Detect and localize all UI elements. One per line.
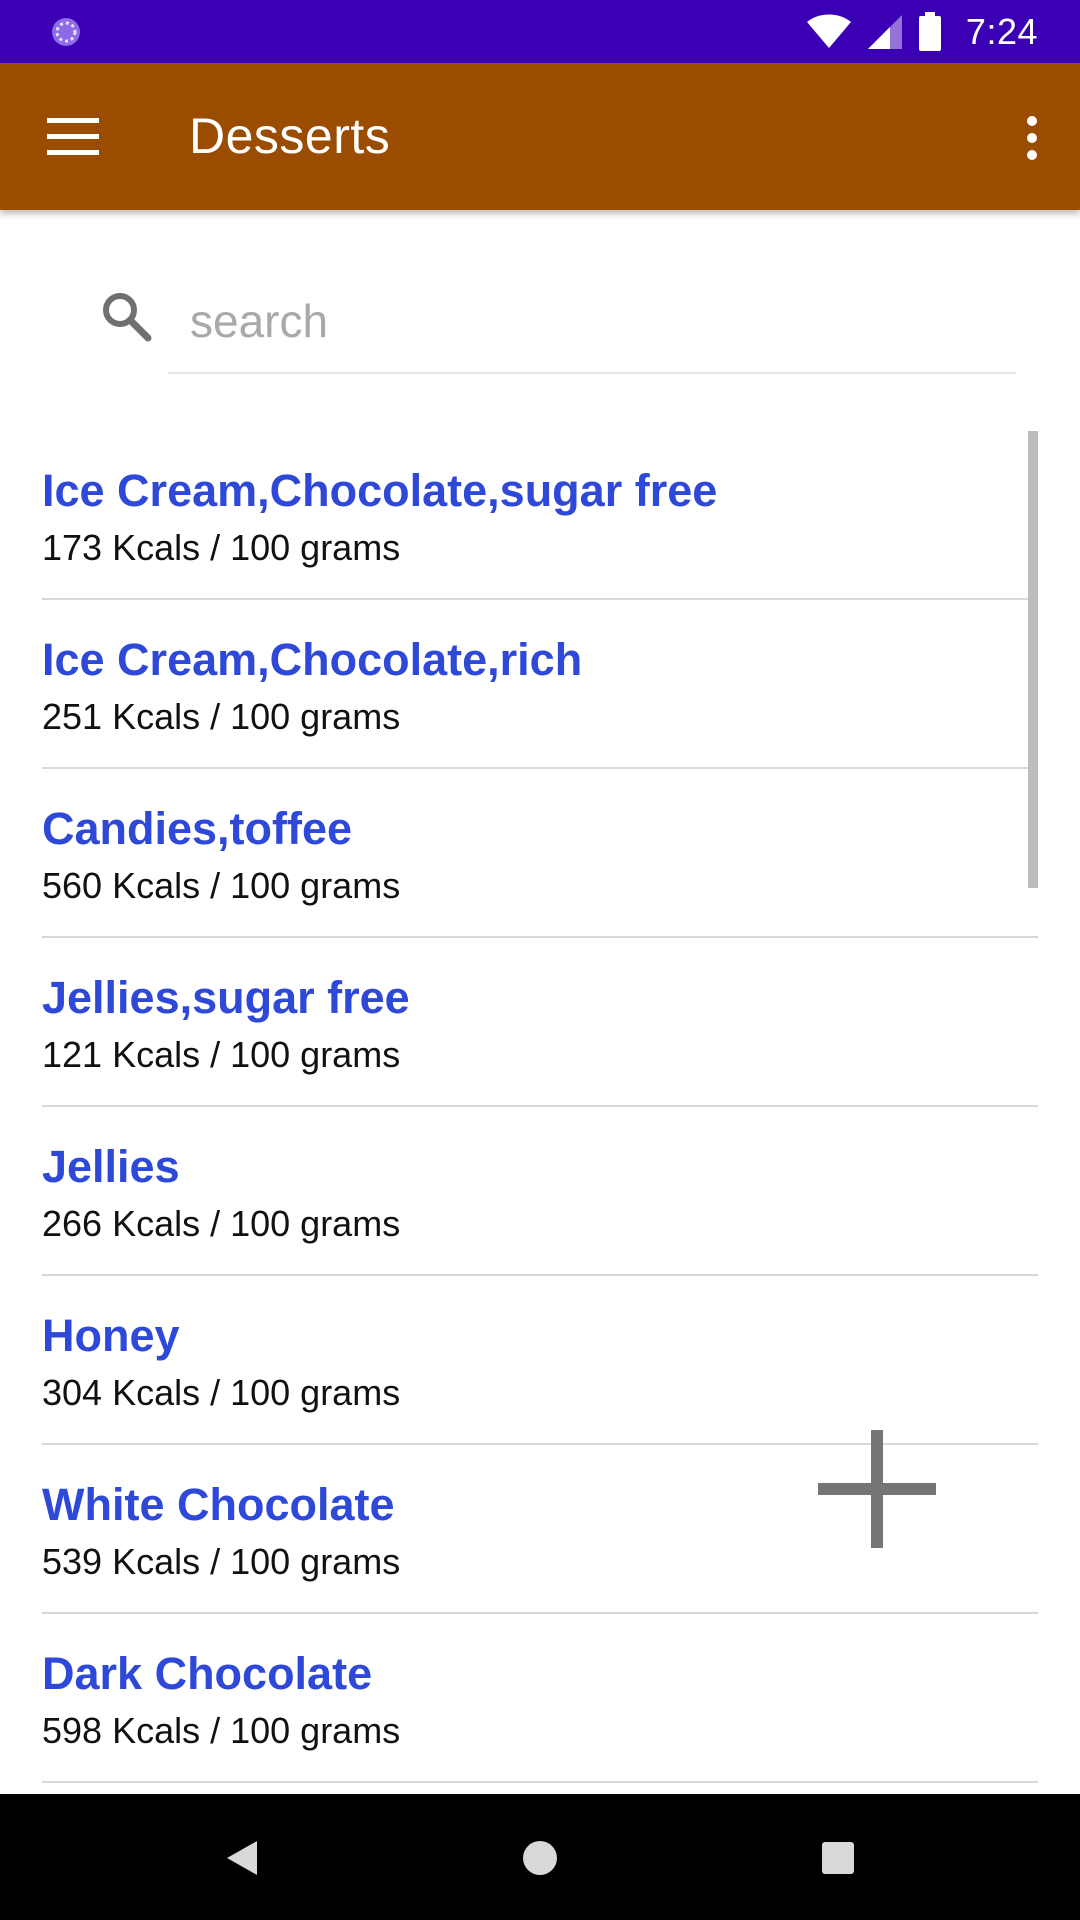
- item-calories: 121 Kcals / 100 grams: [42, 1034, 401, 1075]
- status-time: 7:24: [965, 10, 1038, 52]
- add-button[interactable]: [818, 1430, 936, 1548]
- list-item[interactable]: Jellies,sugar free 121 Kcals / 100 grams: [42, 938, 1038, 1107]
- plus-icon-v: [871, 1430, 883, 1548]
- list-item[interactable]: Dark Chocolate 598 Kcals / 100 grams: [42, 1614, 1038, 1783]
- list-item[interactable]: Jellies 266 Kcals / 100 grams: [42, 1107, 1038, 1276]
- status-icons: 7:24: [806, 0, 1038, 63]
- list-item[interactable]: Ice Cream,Chocolate,sugar free 173 Kcals …: [42, 431, 1038, 600]
- menu-button[interactable]: [38, 107, 108, 167]
- item-title: Honey: [42, 1310, 180, 1361]
- search-icon: [103, 293, 152, 342]
- back-icon: [227, 1841, 257, 1875]
- search-input[interactable]: [168, 270, 1016, 374]
- navigation-bar: [0, 1794, 1080, 1920]
- back-button[interactable]: [214, 1830, 270, 1886]
- status-bar: 7:24: [0, 0, 1080, 63]
- more-vert-icon: [1027, 116, 1037, 160]
- item-title: Jellies,sugar free: [42, 972, 410, 1023]
- item-calories: 598 Kcals / 100 grams: [42, 1710, 401, 1751]
- wifi-icon: [806, 14, 851, 48]
- item-calories: 539 Kcals / 100 grams: [42, 1541, 401, 1582]
- app-bar: Desserts: [0, 63, 1080, 210]
- item-calories: 560 Kcals / 100 grams: [42, 865, 401, 906]
- menu-icon: [47, 118, 99, 155]
- scrollbar[interactable]: [1028, 431, 1038, 888]
- item-calories: 266 Kcals / 100 grams: [42, 1203, 401, 1244]
- recents-icon: [822, 1842, 854, 1874]
- signal-icon: [867, 14, 902, 49]
- list-item[interactable]: Candies,toffee 560 Kcals / 100 grams: [42, 769, 1038, 938]
- home-icon: [523, 1841, 557, 1875]
- item-calories: 173 Kcals / 100 grams: [42, 527, 401, 568]
- page-title: Desserts: [189, 108, 391, 164]
- item-title: Jellies: [42, 1141, 180, 1192]
- item-title: Candies,toffee: [42, 803, 353, 854]
- battery-icon: [918, 11, 941, 51]
- item-calories: 251 Kcals / 100 grams: [42, 696, 401, 737]
- recents-button[interactable]: [810, 1830, 866, 1886]
- item-title: White Chocolate: [42, 1479, 395, 1530]
- item-title: Ice Cream,Chocolate,sugar free: [42, 465, 718, 516]
- food-list: Ice Cream,Chocolate,sugar free 173 Kcals …: [42, 431, 1038, 1783]
- item-title: Dark Chocolate: [42, 1648, 373, 1699]
- list-item[interactable]: Ice Cream,Chocolate,rich 251 Kcals / 100 …: [42, 600, 1038, 769]
- overflow-menu-button[interactable]: [1002, 103, 1062, 173]
- home-button[interactable]: [512, 1830, 568, 1886]
- loading-icon: [52, 18, 80, 46]
- item-calories: 304 Kcals / 100 grams: [42, 1372, 401, 1413]
- item-title: Ice Cream,Chocolate,rich: [42, 634, 583, 685]
- list-item[interactable]: Honey 304 Kcals / 100 grams: [42, 1276, 1038, 1445]
